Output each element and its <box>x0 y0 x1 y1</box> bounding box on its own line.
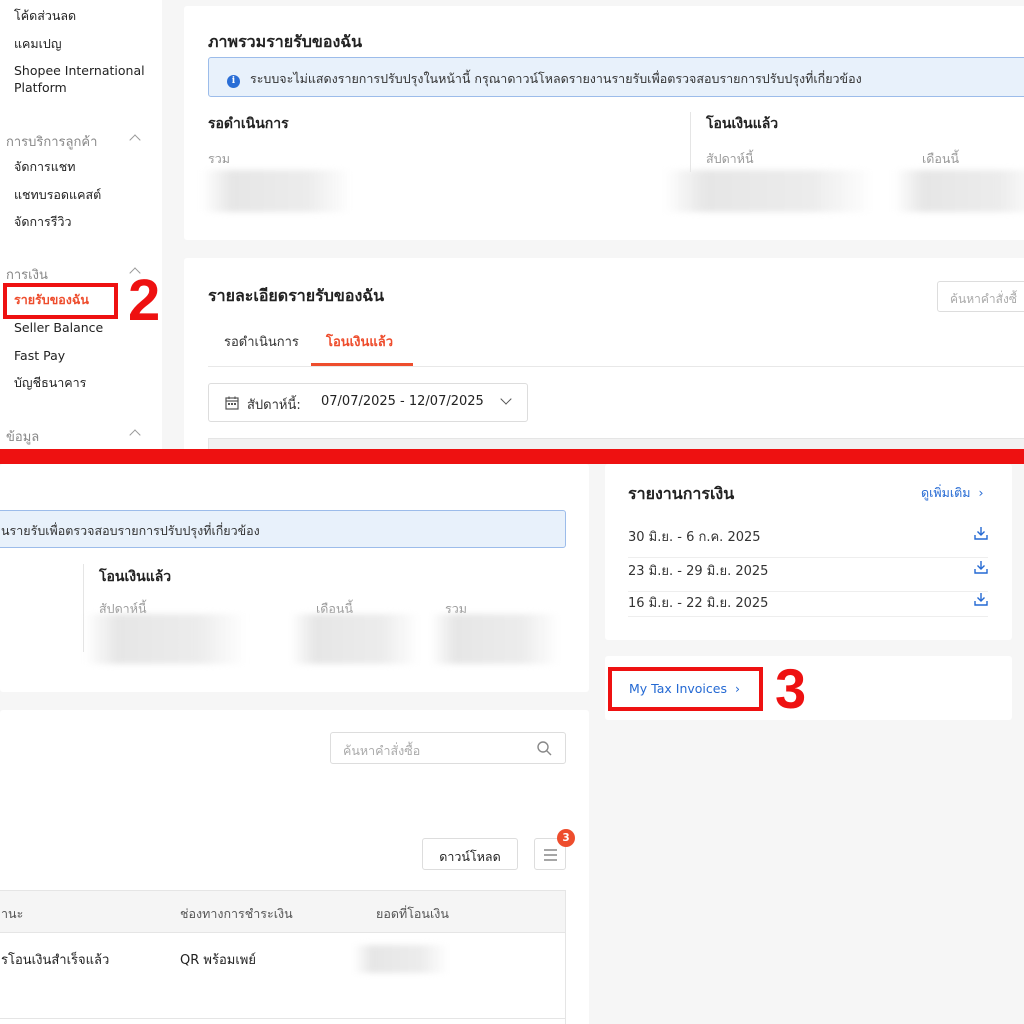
income-overview-title: ภาพรวมรายรับของฉัน <box>208 32 363 51</box>
chevron-up-icon[interactable] <box>129 134 141 146</box>
sidebar-item-fast-pay[interactable]: Fast Pay <box>14 347 65 364</box>
sidebar-item-shopee-international[interactable]: Shopee International <box>14 62 145 79</box>
screenshot-divider <box>0 449 1024 464</box>
tab-pending[interactable]: รอดำเนินการ <box>224 331 299 352</box>
sidebar-item-chat-broadcast[interactable]: แชทบรอดแคสต์ <box>14 186 101 203</box>
sidebar-item-seller-balance[interactable]: Seller Balance <box>14 319 103 336</box>
view-more-label: ดูเพิ่มเติม <box>921 485 971 500</box>
sidebar-section-data[interactable]: ข้อมูล <box>6 426 39 447</box>
report-row[interactable]: 30 มิ.ย. - 6 ก.ค. 2025 <box>628 524 988 558</box>
search-placeholder: ค้นหาคำสั่งซื้อ <box>343 743 421 758</box>
info-icon: i <box>227 75 240 88</box>
pending-total-label: รวม <box>208 151 230 166</box>
annotation-step-3: 3 <box>775 657 807 720</box>
notice-banner: นรายรับเพื่อตรวจสอบรายการปรับปรุงที่เกี่… <box>0 510 566 548</box>
order-search-input[interactable]: ค้นหาคำสั่งซื้อ <box>330 732 566 764</box>
income-overview-card-cropped: นรายรับเพื่อตรวจสอบรายการปรับปรุงที่เกี่… <box>0 464 589 692</box>
income-details-title: รายละเอียดรายรับของฉัน <box>208 286 385 305</box>
notice-banner: i ระบบจะไม่แสดงรายการปรับปรุงในหน้านี้ ก… <box>208 57 1024 97</box>
row-status: รโอนเงินสำเร็จแล้ว <box>1 953 110 968</box>
released-title: โอนเงินแล้ว <box>99 569 172 585</box>
financial-reports-card: รายงานการเงิน ดูเพิ่มเติม › 30 มิ.ย. - 6… <box>605 464 1012 640</box>
annotation-highlight-tax-invoices <box>608 667 763 711</box>
report-row[interactable]: 16 มิ.ย. - 22 มิ.ย. 2025 <box>628 592 988 617</box>
financial-reports-title: รายงานการเงิน <box>628 484 735 503</box>
top-screenshot: โค้ดส่วนลด แคมเปญ Shopee International P… <box>0 0 1024 452</box>
sidebar-item-campaign[interactable]: แคมเปญ <box>14 35 62 52</box>
download-button[interactable]: ดาวน์โหลด <box>422 838 518 870</box>
sidebar-item-review-management[interactable]: จัดการรีวิว <box>14 213 72 230</box>
date-range-value: 07/07/2025 - 12/07/2025 <box>321 394 484 409</box>
download-icon[interactable] <box>974 560 988 574</box>
income-details-card: รายละเอียดรายรับของฉัน ค้นหาคำสั่งซื้ รอ… <box>184 258 1024 452</box>
redacted-amount <box>290 614 420 664</box>
sidebar-section-customer-service[interactable]: การบริการลูกค้า <box>6 131 97 152</box>
view-more-link[interactable]: ดูเพิ่มเติม › <box>921 483 983 503</box>
calendar-icon <box>225 396 239 410</box>
redacted-amount <box>430 614 560 664</box>
date-range-picker[interactable]: สัปดาห์นี้: 07/07/2025 - 12/07/2025 <box>208 383 528 422</box>
this-month-label: เดือนนี้ <box>922 151 959 166</box>
sidebar-item-platform[interactable]: Platform <box>14 79 67 96</box>
report-period: 16 มิ.ย. - 22 มิ.ย. 2025 <box>628 596 769 611</box>
transactions-table: านะ ช่องทางการชำระเงิน ยอดที่โอนเงิน รโอ… <box>0 890 566 1024</box>
income-overview-card: ภาพรวมรายรับของฉัน i ระบบจะไม่แสดงรายการ… <box>184 6 1024 240</box>
sidebar-section-finance[interactable]: การเงิน <box>6 264 48 285</box>
redacted-amount <box>202 170 352 212</box>
column-amount-transferred: ยอดที่โอนเงิน <box>376 906 449 921</box>
download-icon[interactable] <box>974 526 988 540</box>
divider <box>690 112 691 172</box>
pending-title: รอดำเนินการ <box>208 116 289 132</box>
download-icon[interactable] <box>974 592 988 606</box>
notice-text: นรายรับเพื่อตรวจสอบรายการปรับปรุงที่เกี่… <box>1 523 260 538</box>
chevron-up-icon[interactable] <box>129 429 141 441</box>
redacted-amount <box>894 170 1024 212</box>
this-week-label: สัปดาห์นี้ <box>706 151 754 166</box>
sidebar-item-bank-account[interactable]: บัญชีธนาคาร <box>14 374 86 391</box>
divider <box>83 564 84 652</box>
redacted-amount <box>664 170 874 212</box>
filter-count-badge: 3 <box>557 829 575 847</box>
tab-released[interactable]: โอนเงินแล้ว <box>326 331 393 352</box>
sidebar: โค้ดส่วนลด แคมเปญ Shopee International P… <box>0 0 162 452</box>
report-period: 30 มิ.ย. - 6 ก.ค. 2025 <box>628 530 761 545</box>
order-search-input[interactable]: ค้นหาคำสั่งซื้ <box>937 281 1024 312</box>
report-row[interactable]: 23 มิ.ย. - 29 มิ.ย. 2025 <box>628 558 988 592</box>
list-icon <box>544 849 557 861</box>
income-details-card-cropped: ค้นหาคำสั่งซื้อ ดาวน์โหลด 3 านะ ช่องทางก… <box>0 710 589 1024</box>
annotation-step-2: 2 <box>128 268 161 333</box>
date-range-label: สัปดาห์นี้: <box>247 398 301 413</box>
report-period: 23 มิ.ย. - 29 มิ.ย. 2025 <box>628 564 769 579</box>
table-header: านะ ช่องทางการชำระเงิน ยอดที่โอนเงิน <box>0 891 565 933</box>
notice-text: ระบบจะไม่แสดงรายการปรับปรุงในหน้านี้ กรุ… <box>249 71 862 86</box>
chevron-down-icon <box>500 393 512 405</box>
chevron-right-icon: › <box>978 485 984 500</box>
column-payment-channel: ช่องทางการชำระเงิน <box>180 906 293 921</box>
redacted-amount <box>86 614 246 664</box>
row-divider <box>0 1018 565 1019</box>
sidebar-item-chat-management[interactable]: จัดการแชท <box>14 158 76 175</box>
table-row[interactable]: รโอนเงินสำเร็จแล้ว QR พร้อมเพย์ <box>0 933 565 1018</box>
redacted-amount <box>353 945 449 973</box>
tabs-divider <box>208 366 1024 367</box>
search-icon[interactable] <box>537 741 552 756</box>
row-payment-channel: QR พร้อมเพย์ <box>180 953 256 968</box>
bottom-screenshot: นรายรับเพื่อตรวจสอบรายการปรับปรุงที่เกี่… <box>0 464 1024 1024</box>
annotation-highlight-my-income <box>3 283 118 319</box>
sidebar-item-discount-code[interactable]: โค้ดส่วนลด <box>14 7 76 24</box>
column-status: านะ <box>1 906 24 921</box>
released-title: โอนเงินแล้ว <box>706 116 779 132</box>
